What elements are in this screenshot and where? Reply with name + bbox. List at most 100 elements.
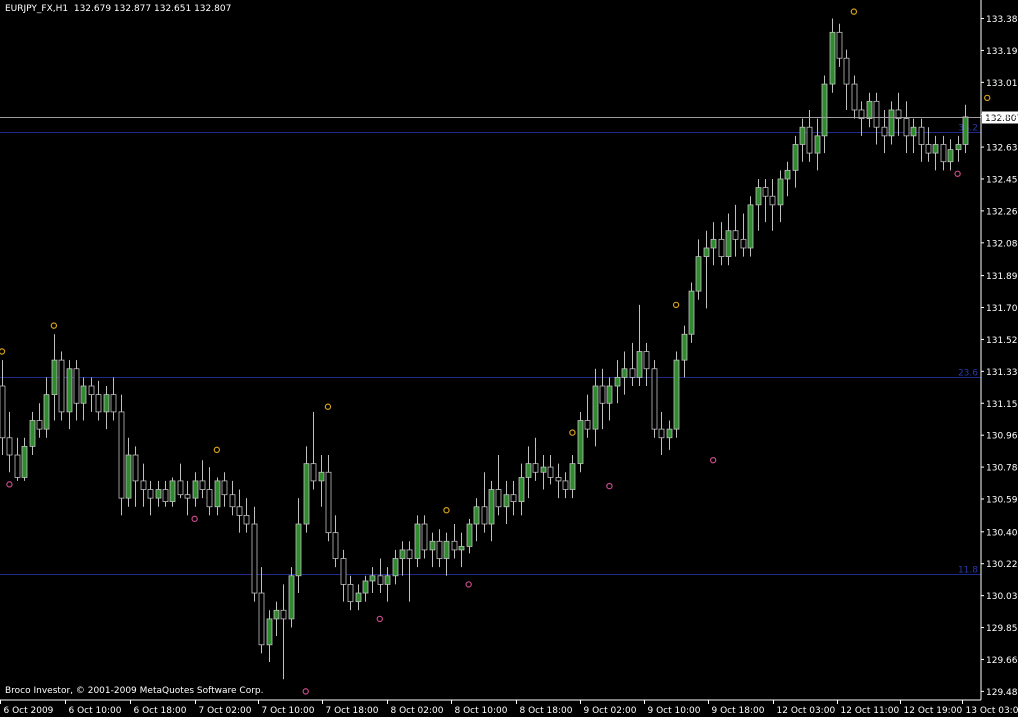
x-tick-label: 7 Oct 02:00 — [199, 706, 252, 716]
candle-body — [903, 118, 910, 137]
candle-body — [681, 333, 688, 361]
candle-body — [162, 489, 169, 502]
y-tick-label: 131.890 — [986, 272, 1018, 282]
candle-body — [769, 195, 776, 206]
x-tick-label: 9 Oct 18:00 — [712, 706, 765, 716]
candle-body — [155, 489, 162, 499]
candle-body — [532, 463, 539, 473]
candle-body — [399, 549, 406, 559]
candle-body — [710, 238, 717, 249]
candle-body — [525, 463, 532, 478]
candle-body — [199, 480, 206, 490]
candle-body — [636, 351, 643, 378]
candle-body — [295, 523, 302, 577]
candle-body — [592, 385, 599, 430]
x-tick-label: 9 Oct 10:00 — [648, 706, 701, 716]
candle-body — [666, 428, 673, 439]
y-tick-label: 130.035 — [986, 592, 1018, 602]
candle-body — [495, 489, 502, 508]
candle-body — [584, 420, 591, 430]
fractal-up-marker — [850, 8, 858, 15]
candle-body — [703, 247, 710, 258]
candle-body — [925, 144, 932, 154]
candle-body — [918, 126, 925, 145]
candle-body — [140, 480, 147, 490]
candle-body — [118, 411, 125, 499]
candle-body — [392, 558, 399, 577]
fractal-down-marker — [6, 481, 13, 488]
candle-body — [784, 169, 791, 180]
candle-body — [732, 230, 739, 240]
x-tick-label: 13 Oct 03:00 — [966, 706, 1018, 716]
current-price-line: 132.807 — [0, 111, 1018, 124]
fractal-down-marker — [191, 515, 198, 523]
candle-body — [881, 126, 888, 137]
candle-body — [251, 523, 258, 594]
candle-body — [0, 385, 6, 439]
candle-body — [110, 394, 117, 413]
candle-body — [688, 290, 695, 335]
candle-body — [303, 463, 310, 525]
candle-body — [332, 532, 339, 559]
candle-body — [221, 480, 228, 496]
time-axis: 6 Oct 2009 6 Oct 10:00 6 Oct 18:00 7 Oct 02… — [0, 700, 1018, 716]
candle-body — [488, 489, 495, 525]
x-tick-label: 12 Oct 03:00 — [777, 706, 836, 716]
candle-body — [836, 31, 843, 59]
candle-body — [95, 394, 102, 413]
candle-body — [436, 540, 443, 559]
x-tick-label: 12 Oct 19:00 — [904, 706, 963, 716]
candle-body — [355, 592, 362, 603]
candle-body — [740, 238, 747, 249]
y-tick-label: 133.010 — [986, 79, 1018, 89]
x-tick-label: 6 Oct 2009 — [4, 706, 54, 716]
candle-body — [451, 540, 458, 551]
candle-body — [555, 477, 562, 482]
candle-body — [206, 489, 213, 508]
candle-body — [932, 144, 939, 154]
candle-body — [66, 368, 73, 413]
candle-body — [614, 376, 621, 387]
candle-body — [473, 506, 480, 525]
x-tick-label: 7 Oct 10:00 — [262, 706, 315, 716]
y-tick-label: 132.265 — [986, 207, 1018, 217]
candle-body — [947, 149, 954, 163]
candle-body — [177, 480, 184, 496]
candle-body — [821, 83, 828, 137]
candle-body — [318, 471, 325, 482]
candle-body — [362, 580, 369, 594]
x-tick-label: 6 Oct 18:00 — [134, 706, 187, 716]
candle-body — [243, 514, 250, 525]
x-tick-label: 8 Oct 18:00 — [520, 706, 573, 716]
candle-body — [443, 540, 450, 559]
candle-body — [266, 618, 273, 646]
y-tick-label: 130.780 — [986, 464, 1018, 474]
chart-header: EURJPY_FX,H1 132.679 132.877 132.651 132… — [5, 4, 231, 14]
candle-body — [577, 420, 584, 465]
y-tick-label: 131.520 — [986, 336, 1018, 346]
candle-body — [125, 454, 132, 499]
candlestick-chart[interactable]: 38.223.611.8 132.807 133.380133.195133.0… — [0, 0, 1018, 717]
candle-body — [606, 385, 613, 404]
copyright-text: Broco Investor, © 2001-2009 MetaQuotes S… — [5, 686, 264, 696]
candle-body — [643, 351, 650, 370]
candle-body — [273, 609, 280, 620]
candle-body — [51, 359, 58, 396]
y-tick-label: 132.825 — [986, 111, 1018, 121]
price-axis: 133.380 133.195 133.010 132.825 132.635 132.4… — [981, 15, 1018, 698]
fractal-markers — [0, 8, 991, 695]
candle-body — [280, 609, 287, 620]
fractal-down-marker — [954, 170, 961, 177]
candle-body — [429, 540, 436, 551]
candle-body — [621, 368, 628, 378]
candle-body — [325, 471, 332, 534]
y-tick-label: 131.705 — [986, 304, 1018, 314]
candle-body — [73, 368, 80, 404]
y-tick-label: 132.080 — [986, 239, 1018, 249]
candle-body — [14, 454, 21, 478]
candle-body — [36, 420, 43, 430]
candle-body — [955, 144, 962, 151]
candle-body — [777, 178, 784, 206]
y-tick-label: 132.635 — [986, 144, 1018, 154]
candle-body — [147, 489, 154, 499]
